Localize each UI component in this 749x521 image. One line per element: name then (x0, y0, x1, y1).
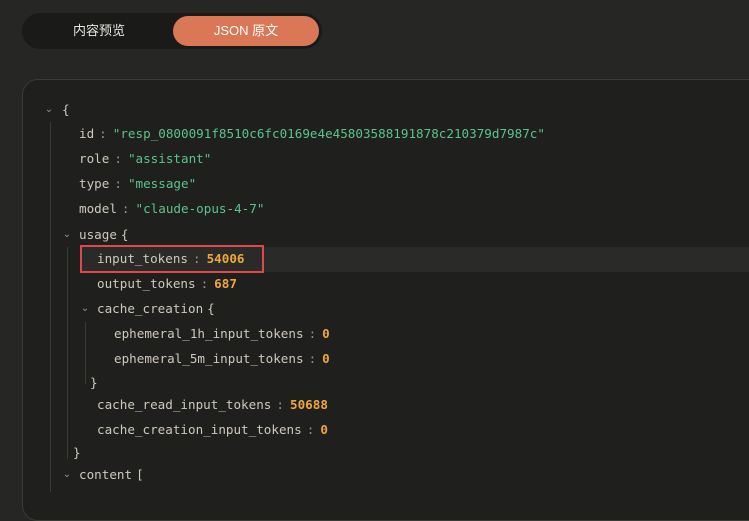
json-string-value: "claude-opus-4-7" (135, 201, 265, 216)
json-number-value: 687 (214, 276, 237, 291)
json-open-brace: { (120, 227, 129, 242)
json-row-ephemeral-1h[interactable]: ephemeral_1h_input_tokens:0 (114, 322, 330, 346)
indent-guide-usage (67, 247, 68, 459)
json-row-type[interactable]: type: "message" (79, 172, 196, 196)
json-number-value: 0 (322, 326, 330, 341)
json-string-value: "message" (127, 176, 197, 191)
json-row-content[interactable]: content[ (79, 463, 144, 487)
json-string-value: "assistant" (127, 151, 212, 166)
json-key: cache_creation (97, 301, 204, 316)
usage-close-brace: } (73, 445, 81, 460)
selection-highlight-box (80, 245, 264, 273)
json-colon: : (200, 276, 209, 291)
json-row-cache-read[interactable]: cache_read_input_tokens:50688 (97, 393, 328, 417)
collapse-content-chevron-icon[interactable]: ⌄ (60, 463, 74, 487)
json-row-ephemeral-5m[interactable]: ephemeral_5m_input_tokens:0 (114, 347, 330, 371)
json-colon: : (114, 176, 122, 191)
json-colon: : (99, 126, 107, 141)
json-colon: : (306, 422, 315, 437)
json-key: ephemeral_1h_input_tokens (114, 326, 304, 341)
json-number-value: 0 (320, 422, 328, 437)
indent-guide-root (50, 122, 51, 492)
json-key: model (79, 201, 117, 216)
json-string-value: "resp_0800091f8510c6fc0169e4e45803588191… (112, 126, 545, 141)
json-row-output-tokens[interactable]: output_tokens:687 (97, 272, 237, 296)
json-number-value: 50688 (289, 397, 328, 412)
indent-guide-cache-creation (85, 322, 86, 384)
json-row-usage[interactable]: usage{ (79, 223, 129, 247)
collapse-usage-chevron-icon[interactable]: ⌄ (60, 223, 74, 247)
tab-content-preview[interactable]: 内容预览 (26, 16, 172, 46)
json-key: role (79, 151, 110, 166)
collapse-root-chevron-icon[interactable]: ⌄ (42, 98, 56, 122)
json-colon: : (121, 201, 130, 216)
json-key: content (79, 467, 133, 482)
view-toggle: 内容预览 JSON 原文 (22, 13, 322, 49)
json-open-bracket: [ (136, 467, 144, 482)
collapse-cache-creation-chevron-icon[interactable]: ⌄ (78, 297, 92, 321)
json-open-brace: { (207, 301, 215, 316)
json-row-role[interactable]: role: "assistant" (79, 147, 211, 171)
json-key: ephemeral_5m_input_tokens (114, 351, 304, 366)
json-colon: : (114, 151, 122, 166)
json-colon: : (308, 326, 317, 341)
json-key: cache_creation_input_tokens (97, 422, 302, 437)
json-key: type (79, 176, 110, 191)
json-row-id[interactable]: id: "resp_0800091f8510c6fc0169e4e45803588… (79, 122, 545, 146)
json-key: cache_read_input_tokens (97, 397, 272, 412)
json-key: output_tokens (97, 276, 196, 291)
root-open-brace: { (62, 102, 70, 117)
json-key: usage (79, 227, 117, 242)
json-key: id (79, 126, 95, 141)
tab-json-raw[interactable]: JSON 原文 (173, 16, 319, 46)
json-row-cache-creation[interactable]: cache_creation{ (97, 297, 215, 321)
json-colon: : (308, 351, 317, 366)
json-colon: : (276, 397, 284, 412)
json-number-value: 0 (322, 351, 330, 366)
cache-creation-close-brace: } (90, 375, 98, 390)
json-row-model[interactable]: model: "claude-opus-4-7" (79, 197, 264, 221)
json-row-cache-creation-input[interactable]: cache_creation_input_tokens:0 (97, 418, 328, 442)
